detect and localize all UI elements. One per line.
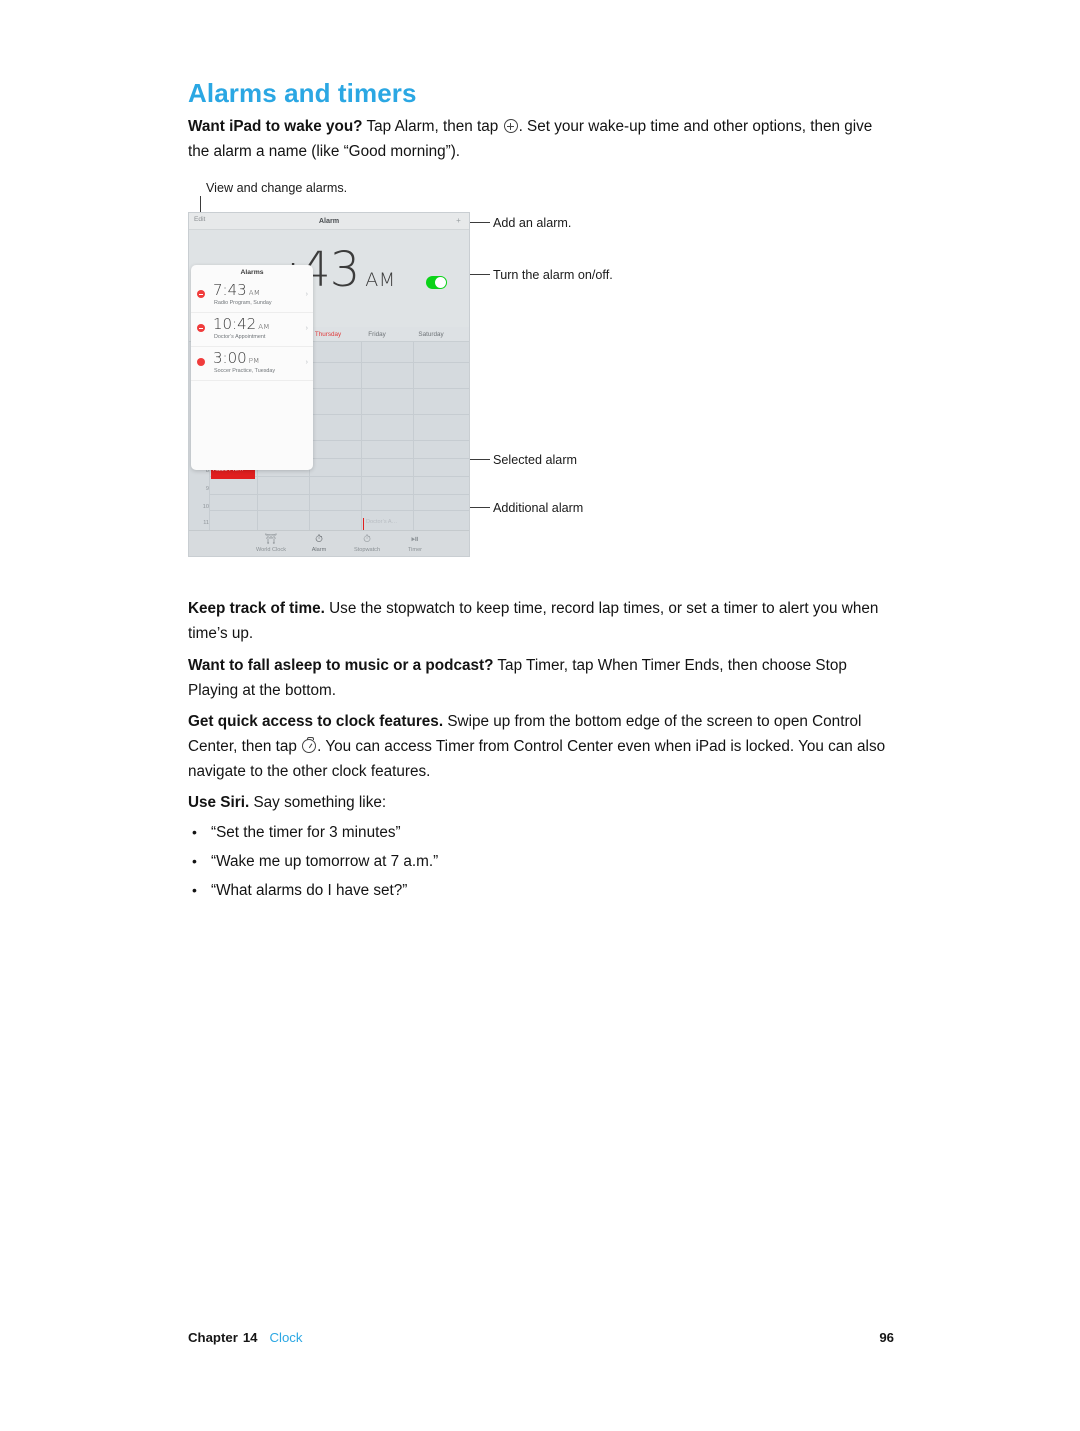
add-alarm-button[interactable]: +	[455, 216, 462, 224]
alarm-list-item[interactable]: 3:00 PM Soccer Practice, Tuesday ›	[191, 347, 313, 381]
alarm-list-item[interactable]: 10:42 AM Doctor’s Appointment ›	[191, 313, 313, 347]
footer-page-number: 96	[879, 1330, 894, 1345]
app-navbar: Edit Alarm +	[189, 213, 469, 230]
paragraph-fall-asleep: Want to fall asleep to music or a podcas…	[188, 653, 894, 703]
document-page: Alarms and timers Want iPad to wake you?…	[0, 0, 1080, 1431]
paragraph-use-siri: Use Siri. Say something like:	[188, 790, 894, 815]
list-item: • “What alarms do I have set?”	[188, 876, 888, 905]
leader-line	[470, 222, 490, 223]
popover-arrow	[203, 265, 213, 266]
hour-label-11: 11	[203, 520, 209, 526]
list-item-label: “What alarms do I have set?”	[211, 882, 408, 899]
plus-circle-icon	[503, 119, 518, 133]
paragraph-lead: Want iPad to wake you?	[188, 118, 363, 135]
paragraph-lead: Want to fall asleep to music or a podcas…	[188, 657, 494, 674]
popover-title: Alarms	[240, 269, 264, 276]
callout-additional-alarm: Additional alarm	[493, 501, 584, 515]
callout-view-change-alarms: View and change alarms.	[206, 181, 348, 195]
paragraph-lead: Use Siri.	[188, 794, 250, 811]
figure-clock-app: View and change alarms. Add an alarm. Tu…	[188, 176, 894, 586]
tab-label: World Clock	[255, 546, 287, 553]
footer-chapter-number: 14	[242, 1330, 258, 1345]
list-item-label: “Wake me up tomorrow at 7 a.m.”	[211, 853, 439, 870]
grid-line	[413, 342, 414, 532]
callout-add-an-alarm: Add an alarm.	[493, 216, 572, 230]
tab-label: Stopwatch	[353, 546, 381, 553]
alarm-item-time-suffix: PM	[248, 357, 260, 365]
alarm-item-subtitle: Doctor’s Appointment	[214, 334, 266, 340]
footer-chapter-label: Chapter	[188, 1330, 238, 1345]
chevron-right-icon[interactable]: ›	[306, 291, 308, 298]
alarm-item-subtitle: Radio Program, Sunday	[214, 300, 272, 306]
paragraph-lead: Keep track of time.	[188, 600, 325, 617]
page-footer: Chapter 14 Clock 96	[188, 1330, 894, 1345]
callout-selected-alarm: Selected alarm	[493, 453, 577, 467]
paragraph-keep-track: Keep track of time. Use the stopwatch to…	[188, 596, 894, 646]
alarm-item-time: 3:00 PM	[213, 351, 260, 366]
alarm-list-item[interactable]: 7:43 AM Radio Program, Sunday ›	[191, 279, 313, 313]
paragraph-text: Say something like:	[249, 794, 387, 811]
hour-label-9: 9	[205, 486, 209, 492]
paragraph-wake-you: Want iPad to wake you? Tap Alarm, then t…	[188, 114, 894, 164]
leader-line	[200, 196, 201, 197]
grid-line	[209, 494, 469, 495]
chevron-right-icon[interactable]: ›	[306, 359, 308, 366]
alarms-popover[interactable]: Alarms 7:43 AM Radio Program, Sunday › 10…	[191, 265, 313, 470]
footer-section-link[interactable]: Clock	[270, 1330, 303, 1345]
list-item-label: “Set the timer for 3 minutes”	[211, 824, 401, 841]
timer-icon: ⏯	[411, 534, 419, 545]
page-title: Alarms and timers	[188, 78, 417, 108]
record-circle-icon[interactable]	[197, 358, 205, 366]
alarm-item-time-value: 3:00	[213, 349, 247, 367]
alarm-item-subtitle: Soccer Practice, Tuesday	[214, 368, 276, 374]
day-header-friday[interactable]: Friday	[355, 331, 399, 338]
alarm-item-time: 10:42 AM	[213, 317, 270, 332]
alarm-item-time: 7:43 AM	[213, 283, 260, 298]
timer-circle-icon	[302, 737, 317, 753]
bullet-marker: •	[192, 824, 197, 840]
navbar-title: Alarm	[318, 216, 340, 225]
calendar-event-doctors-appointment[interactable]: Doctor’s A…	[363, 518, 409, 530]
siri-examples-list: • “Set the timer for 3 minutes” • “Wake …	[188, 818, 888, 905]
chevron-right-icon[interactable]: ›	[306, 325, 308, 332]
paragraph-quick-access: Get quick access to clock features. Swip…	[188, 709, 894, 784]
paragraph-text: Tap Alarm, then tap	[362, 118, 503, 135]
alarm-toggle-switch[interactable]	[426, 276, 447, 289]
tab-label: Timer	[407, 546, 423, 553]
toggle-knob	[435, 276, 447, 288]
alarm-time-ampm: AM	[365, 269, 396, 291]
alarm-item-time-suffix: AM	[248, 289, 261, 297]
minus-circle-icon[interactable]	[197, 290, 205, 298]
list-item: • “Wake me up tomorrow at 7 a.m.”	[188, 847, 888, 876]
bullet-marker: •	[192, 882, 197, 898]
bullet-marker: •	[192, 853, 197, 869]
tab-timer[interactable]: ⏯ Timer	[385, 534, 445, 553]
list-item: • “Set the timer for 3 minutes”	[188, 818, 888, 847]
callout-turn-alarm-onoff: Turn the alarm on/off.	[493, 268, 613, 282]
hour-label-10: 10	[202, 504, 209, 510]
grid-line	[361, 342, 362, 532]
alarm-item-time-value: 10:42	[213, 315, 257, 333]
app-tabbar: ⛩ World Clock ⏱ Alarm ⏱ Stopwatch ⏯ Time…	[189, 530, 469, 556]
day-header-saturday[interactable]: Saturday	[403, 331, 459, 338]
minus-circle-icon[interactable]	[197, 324, 205, 332]
grid-line	[209, 510, 469, 511]
tab-label: Alarm	[311, 546, 327, 553]
ipad-clock-screenshot: Edit Alarm + :43AM Tuesday Wednesday Thu…	[188, 212, 470, 557]
alarm-item-time-value: 7:43	[213, 281, 247, 299]
paragraph-lead: Get quick access to clock features.	[188, 713, 444, 730]
alarm-item-time-suffix: AM	[258, 323, 270, 331]
